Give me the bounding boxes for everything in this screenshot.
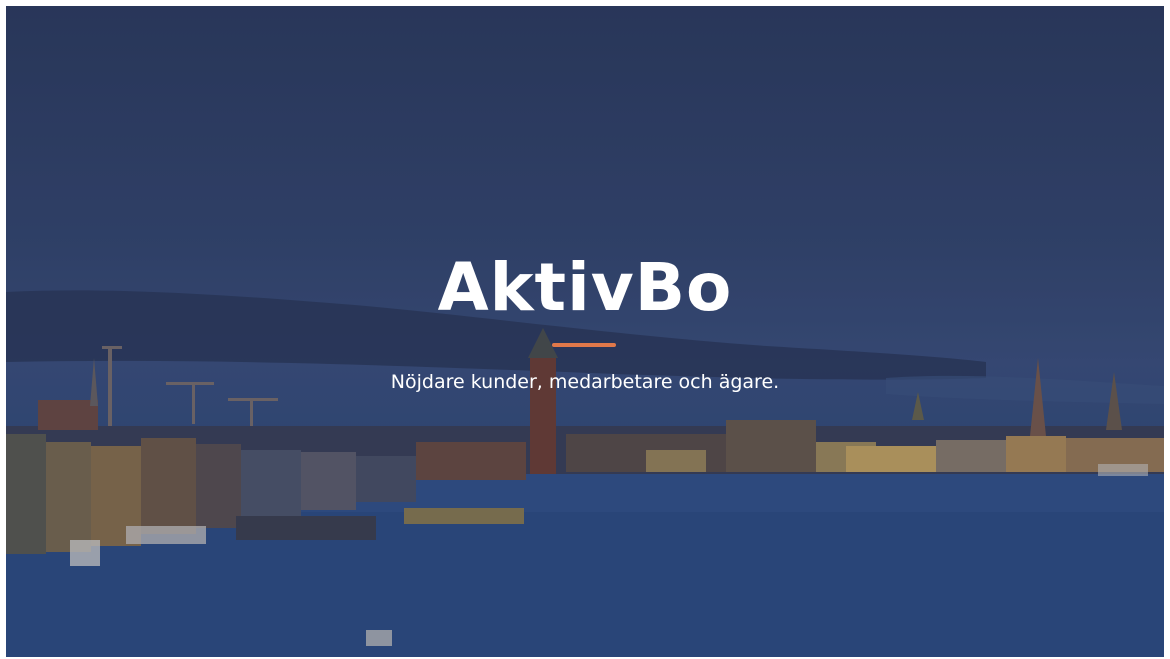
- hero-section: [6, 6, 1164, 657]
- title-accent-divider: [552, 343, 616, 347]
- brand-title: AktivBo: [437, 249, 733, 326]
- hero-overlay: [6, 6, 1164, 657]
- hero-tagline: Nöjdare kunder, medarbetare och ägare.: [390, 371, 780, 393]
